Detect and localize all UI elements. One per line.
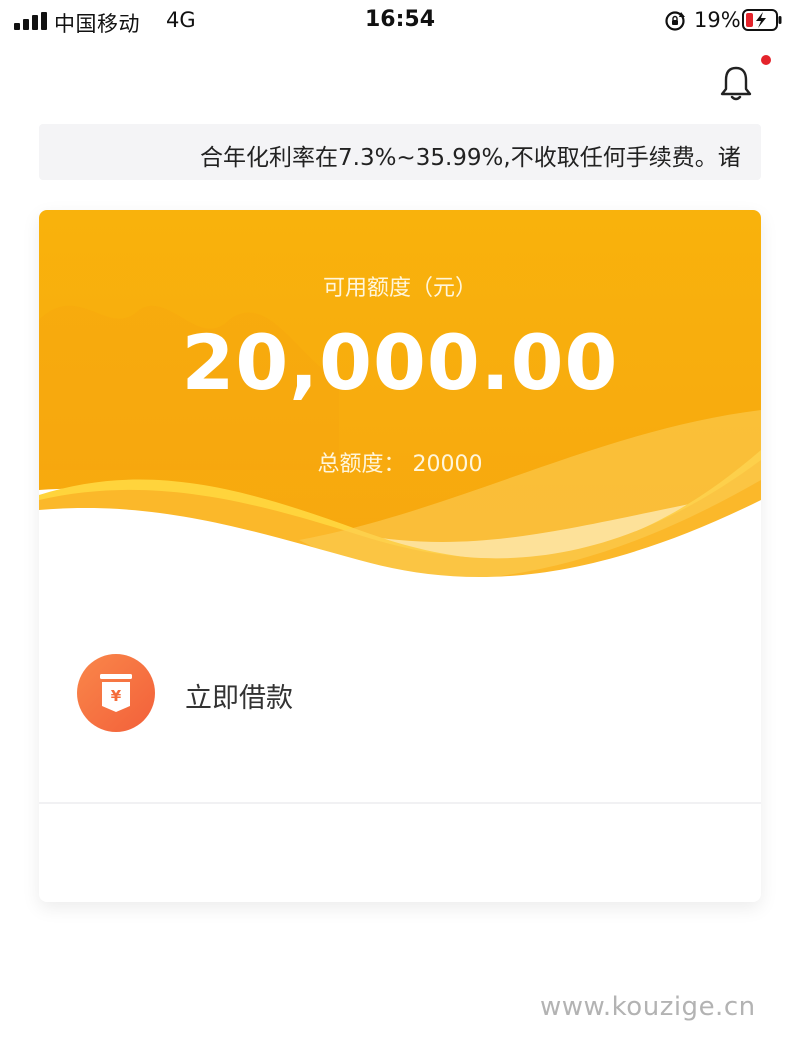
rotation-lock-icon xyxy=(665,11,685,31)
battery-percent: 19% xyxy=(694,8,741,32)
app-screen: 中国移动 4G 16:54 19% 合年化利率在7.3%~35.99%,不收取任… xyxy=(0,0,800,1048)
borrow-now-label: 立即借款 xyxy=(185,683,293,714)
total-limit-value: 20000 xyxy=(412,452,483,477)
battery-charging-icon xyxy=(742,9,782,31)
card-divider xyxy=(39,802,761,804)
available-limit-amount: 20,000.00 xyxy=(181,318,619,407)
notification-badge xyxy=(761,55,771,65)
watermark: www.kouzige.cn xyxy=(540,992,756,1022)
bell-icon[interactable] xyxy=(718,64,754,102)
loan-icon: ¥ xyxy=(77,654,155,732)
credit-card: 可用额度（元） 20,000.00 总额度： 20000 ¥ 立即借款 xyxy=(39,210,761,902)
total-limit: 总额度： 20000 xyxy=(39,446,761,478)
svg-text:¥: ¥ xyxy=(111,687,122,705)
notice-text: 合年化利率在7.3%~35.99%,不收取任何手续费。诸 xyxy=(200,145,741,171)
borrow-now-button[interactable]: ¥ 立即借款 xyxy=(39,630,761,756)
notice-marquee: 合年化利率在7.3%~35.99%,不收取任何手续费。诸 xyxy=(39,124,761,180)
status-bar: 中国移动 4G 16:54 19% xyxy=(0,0,800,44)
available-limit-label: 可用额度（元） xyxy=(322,276,477,301)
total-limit-label: 总额度： xyxy=(317,452,406,477)
